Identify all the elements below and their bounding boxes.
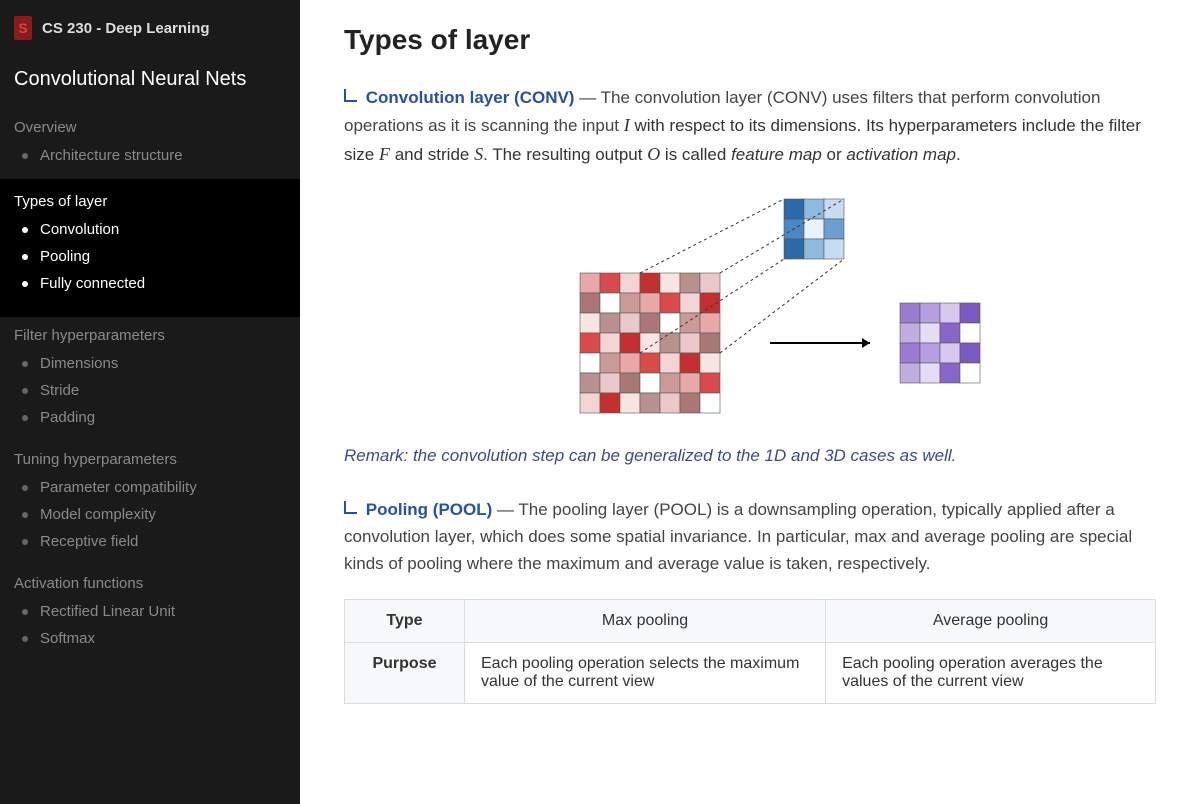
remark-text: Remark: the convolution step can be gene… — [344, 446, 1156, 466]
conv-figure — [344, 193, 1156, 428]
section-header[interactable]: Tuning hyperparameters — [0, 441, 300, 474]
course-header[interactable]: CS 230 - Deep Learning — [0, 12, 300, 58]
sidebar-item[interactable]: Dimensions — [0, 350, 300, 377]
td-max-purpose: Each pooling operation selects the maxim… — [465, 643, 826, 704]
bookmark-icon[interactable] — [344, 501, 357, 514]
sidebar-item[interactable]: Model complexity — [0, 501, 300, 528]
sidebar-item[interactable]: Parameter compatibility — [0, 474, 300, 501]
sidebar-item[interactable]: Fully connected — [0, 270, 300, 297]
page-title: Types of layer — [344, 24, 1156, 56]
th-avg: Average pooling — [826, 600, 1156, 643]
var-F: F — [379, 144, 390, 164]
course-title: CS 230 - Deep Learning — [42, 20, 210, 37]
pool-heading[interactable]: Pooling (POOL) — [366, 500, 493, 519]
pooling-table: Type Max pooling Average pooling Purpose… — [344, 599, 1156, 704]
th-purpose: Purpose — [345, 643, 465, 704]
conv-heading[interactable]: Convolution layer (CONV) — [366, 88, 575, 107]
sidebar: CS 230 - Deep Learning Convolutional Neu… — [0, 0, 300, 804]
sidebar-item[interactable]: Pooling — [0, 243, 300, 270]
pool-entry: Pooling (POOL) — The pooling layer (POOL… — [344, 496, 1156, 578]
sidebar-item[interactable]: Architecture structure — [0, 142, 300, 169]
th-type: Type — [345, 600, 465, 643]
stanford-logo-icon — [14, 16, 32, 40]
sidebar-item[interactable]: Stride — [0, 377, 300, 404]
conv-entry: Convolution layer (CONV) — The convoluti… — [344, 84, 1156, 169]
main-content: Types of layer Convolution layer (CONV) … — [300, 0, 1200, 804]
var-O: O — [647, 144, 660, 164]
section-header[interactable]: Filter hyperparameters — [0, 317, 300, 350]
sidebar-item[interactable]: Rectified Linear Unit — [0, 598, 300, 625]
sidebar-item[interactable]: Convolution — [0, 216, 300, 243]
bookmark-icon[interactable] — [344, 89, 357, 102]
sidebar-item[interactable]: Padding — [0, 404, 300, 431]
td-avg-purpose: Each pooling operation averages the valu… — [826, 643, 1156, 704]
sidebar-item[interactable]: Receptive field — [0, 528, 300, 555]
section-header[interactable]: Types of layer — [0, 183, 300, 216]
sidebar-item[interactable]: Softmax — [0, 625, 300, 652]
th-max: Max pooling — [465, 600, 826, 643]
section-header[interactable]: Overview — [0, 109, 300, 142]
var-S: S — [474, 144, 483, 164]
section-header[interactable]: Activation functions — [0, 565, 300, 598]
page-subtitle: Convolutional Neural Nets — [0, 58, 300, 109]
